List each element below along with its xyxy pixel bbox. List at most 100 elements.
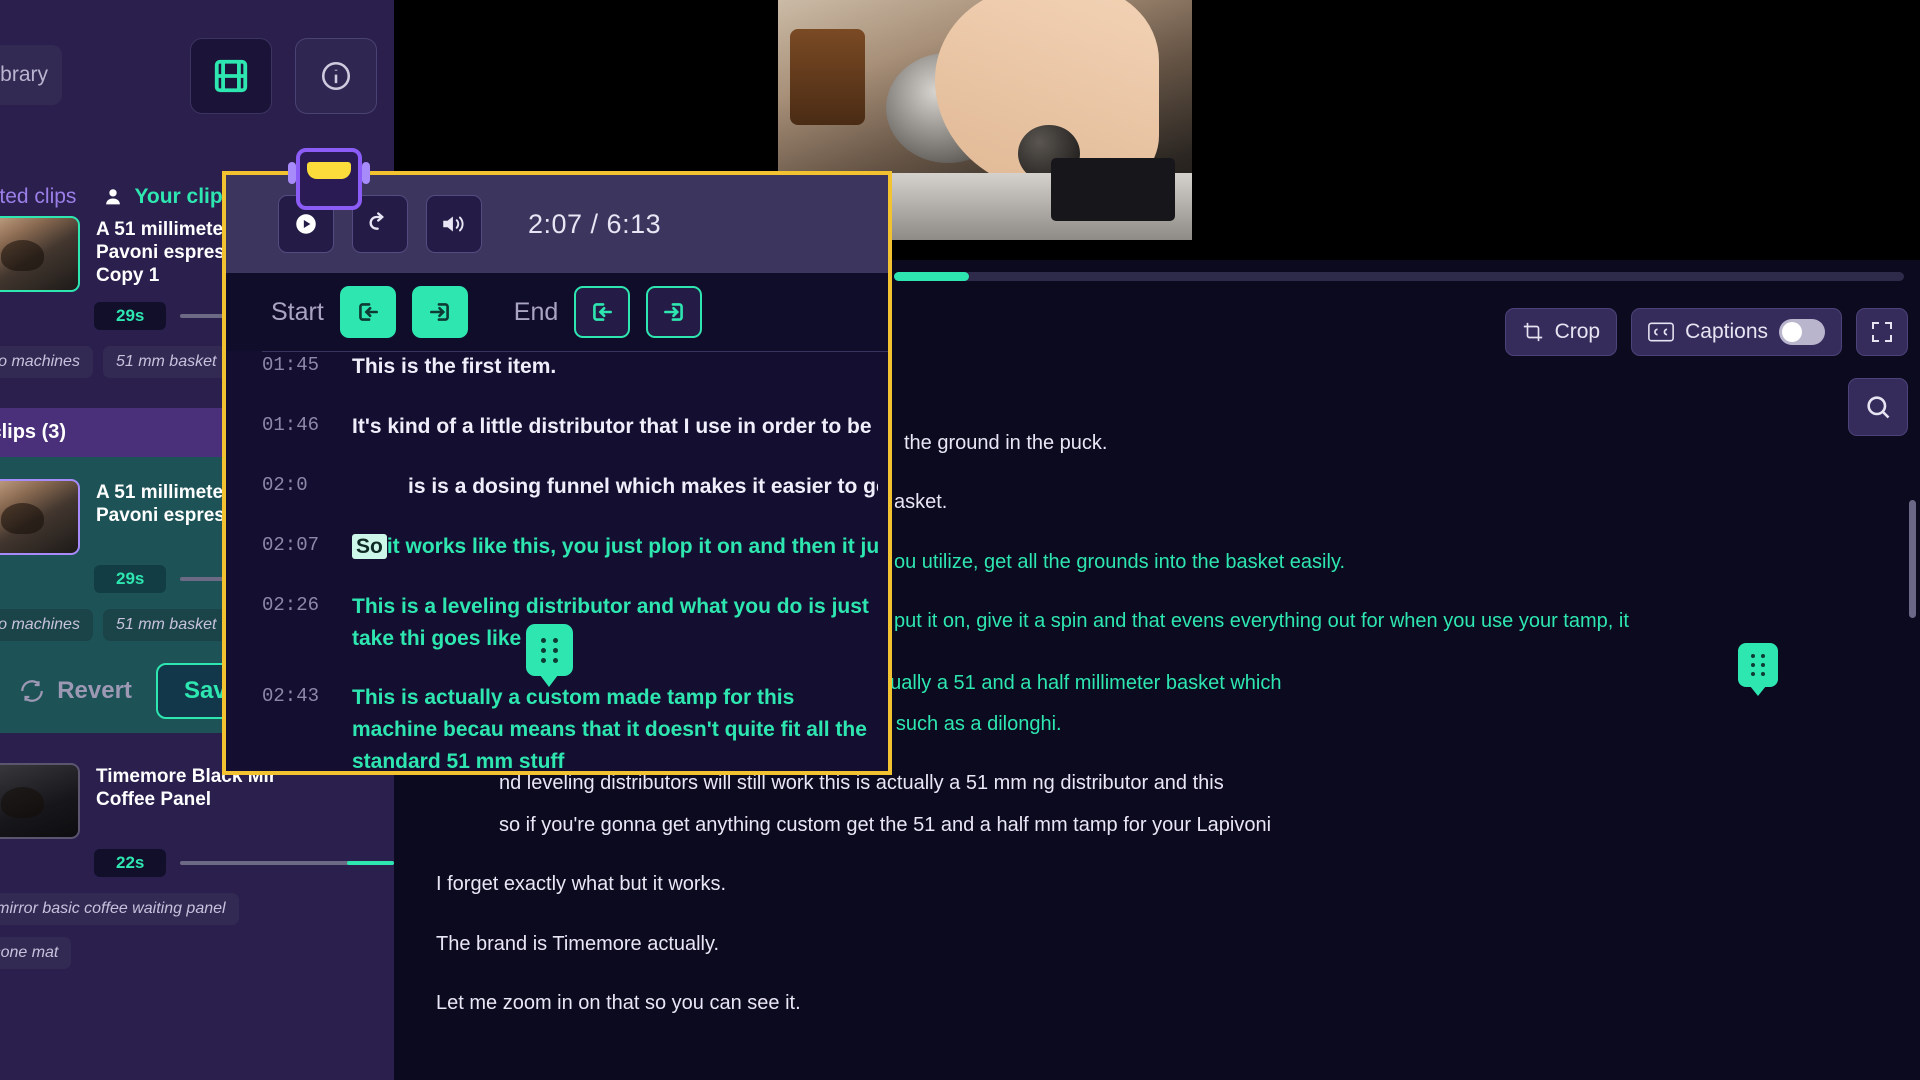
clip-duration-row: 22s (94, 849, 394, 877)
start-label: Start (271, 297, 324, 326)
crop-button[interactable]: Crop (1504, 308, 1618, 356)
transcript-text: asket. (894, 491, 948, 514)
transcript-text: This is the first item. (352, 355, 557, 378)
transcript-text: I forget exactly what but it works. (436, 873, 727, 896)
refresh-icon (19, 678, 45, 704)
transcript-timestamp: 02:26 (262, 593, 320, 616)
transcript-text: so if you're gonna get anything custom g… (499, 813, 1272, 836)
film-strip-icon (212, 57, 250, 95)
highlighted-word[interactable]: So (352, 533, 387, 559)
drag-dots-handle[interactable] (1738, 643, 1778, 696)
transcript-scrollbar[interactable] (1909, 500, 1916, 618)
transcript-text-rest: it works like this, you just plop it on … (386, 534, 878, 558)
crop-label: Crop (1554, 320, 1601, 343)
speaker-volume-icon (440, 211, 468, 237)
end-bracket-left-button[interactable] (574, 286, 631, 338)
arrow-right-bracket-icon (427, 299, 453, 325)
captions-button[interactable]: Captions (1631, 308, 1842, 356)
transcript-row[interactable]: 02:0 is is a dosing funnel which makes i… (226, 471, 888, 503)
arrow-right-bracket-icon (661, 299, 687, 325)
transcript-text: So it works like this, you just plop it o… (352, 531, 878, 563)
clip-thumbnail (0, 216, 80, 292)
transcript-editor-modal: 2:07 / 6:13 Start End 01:45 This is the … (222, 171, 892, 775)
app-root: Crop Captions the ground in the puck. as… (0, 0, 1920, 1080)
transcript-row-active[interactable]: 02:07 So it works like this, you just plo… (226, 531, 888, 563)
transcript-row[interactable]: 03:59 Let me zoom in on that so you can … (334, 990, 1920, 1016)
library-label: brary (0, 63, 48, 86)
library-tab[interactable]: brary (0, 45, 62, 105)
clip-tag[interactable]: 51 mm basket (102, 346, 230, 378)
portafilter-handle (790, 28, 865, 125)
search-button[interactable] (1848, 378, 1908, 436)
clip-progress-bar[interactable] (180, 861, 394, 865)
playback-time: 2:07 / 6:13 (528, 208, 662, 239)
transcript-row[interactable]: 03:51 I forget exactly what but it works… (334, 871, 1920, 897)
clip-tags: e black mirror basic coffee waiting pane… (0, 893, 394, 925)
trim-controls: Start End (226, 273, 888, 351)
transcript-timestamp: 01:45 (262, 354, 320, 376)
start-arrow-right-button[interactable] (411, 286, 468, 338)
transcript-row[interactable]: 01:45 This is the first item. (226, 351, 888, 383)
volume-button[interactable] (426, 195, 482, 253)
section-header-label: rated clips (3) (0, 421, 67, 443)
info-tab-button[interactable] (295, 38, 377, 114)
mascot-avatar (288, 148, 370, 210)
captions-label: Captions (1685, 320, 1768, 343)
clip-duration: 29s (94, 565, 167, 593)
clip-tag[interactable]: 51 mm basket (102, 609, 230, 641)
end-label: End (513, 297, 559, 326)
clip-tag[interactable]: spresso machines (0, 346, 93, 378)
transcript-row[interactable]: asket. (894, 489, 1920, 515)
transcript-text: This is actually a custom made tamp for … (352, 686, 867, 774)
bracket-left-icon (355, 299, 381, 325)
crop-icon (1522, 321, 1544, 343)
transcript-row[interactable]: 01:46 It's kind of a little distributor … (226, 411, 888, 443)
captions-toggle[interactable] (1779, 319, 1825, 345)
undo-arrow-icon (366, 210, 394, 238)
clip-tag[interactable]: little silicone mat (0, 937, 72, 969)
search-icon (1864, 393, 1892, 421)
transcript-text: The brand is Timemore actually. (436, 932, 720, 955)
clip-duration: 29s (94, 302, 167, 330)
bracket-left-icon (589, 299, 615, 325)
transcript-row[interactable]: 03:55 The brand is Timemore actually. (334, 931, 1920, 957)
drag-dots-handle[interactable] (526, 624, 573, 687)
transcript-text: This is a leveling distributor and what … (352, 594, 869, 650)
clip-duration: 22s (94, 849, 167, 877)
transcript-text: ou utilize, get all the grounds into the… (894, 550, 1346, 573)
transcript-text: put it on, give it a spin and that evens… (894, 610, 1629, 633)
info-circle-icon (319, 59, 353, 93)
video-toolbar: Crop Captions (1504, 308, 1908, 356)
transcript-row[interactable]: so if you're gonna get anything custom g… (499, 812, 1920, 838)
transcript-text: is is a dosing funnel which makes it eas… (408, 474, 878, 498)
transcript-row[interactable]: ou utilize, get all the grounds into the… (894, 549, 1920, 575)
transcript-row[interactable]: put it on, give it a spin and that evens… (894, 608, 1920, 634)
sidebar-topbar: brary (0, 0, 394, 152)
scrubber-track[interactable] (894, 272, 1904, 281)
fullscreen-expand-icon (1870, 320, 1894, 344)
transcript-row[interactable]: the ground in the puck. (904, 430, 1920, 456)
clip-tags: little silicone mat (0, 937, 394, 969)
transcript-text: Let me zoom in on that so you can see it… (436, 991, 801, 1014)
fullscreen-button[interactable] (1856, 308, 1908, 356)
transcript-row[interactable]: 02:43 This is actually a custom made tam… (226, 682, 888, 774)
modal-transcript-list[interactable]: 01:45 This is the first item. 01:46 It's… (226, 351, 888, 774)
end-arrow-right-button[interactable] (646, 286, 703, 338)
clip-tag[interactable]: e black mirror basic coffee waiting pane… (0, 893, 239, 925)
transcript-text: It's kind of a little distributor that I… (352, 414, 878, 438)
start-bracket-left-button[interactable] (339, 286, 396, 338)
list-divider (262, 351, 888, 352)
clip-thumbnail (0, 479, 80, 555)
transcript-timestamp: 02:0 (262, 473, 308, 496)
transcript-text: the ground in the puck. (904, 432, 1108, 454)
transcript-timestamp: 01:46 (262, 413, 320, 436)
revert-label: Revert (57, 677, 132, 704)
tamping-mat (1051, 158, 1176, 221)
transcript-timestamp: 02:43 (262, 685, 320, 708)
clip-thumbnail (0, 763, 80, 839)
film-tab-button[interactable] (190, 38, 272, 114)
revert-button[interactable]: Revert (19, 677, 132, 705)
closed-captions-icon (1648, 322, 1675, 342)
clip-tag[interactable]: spresso machines (0, 609, 93, 641)
transcript-timestamp: 02:07 (262, 533, 320, 556)
